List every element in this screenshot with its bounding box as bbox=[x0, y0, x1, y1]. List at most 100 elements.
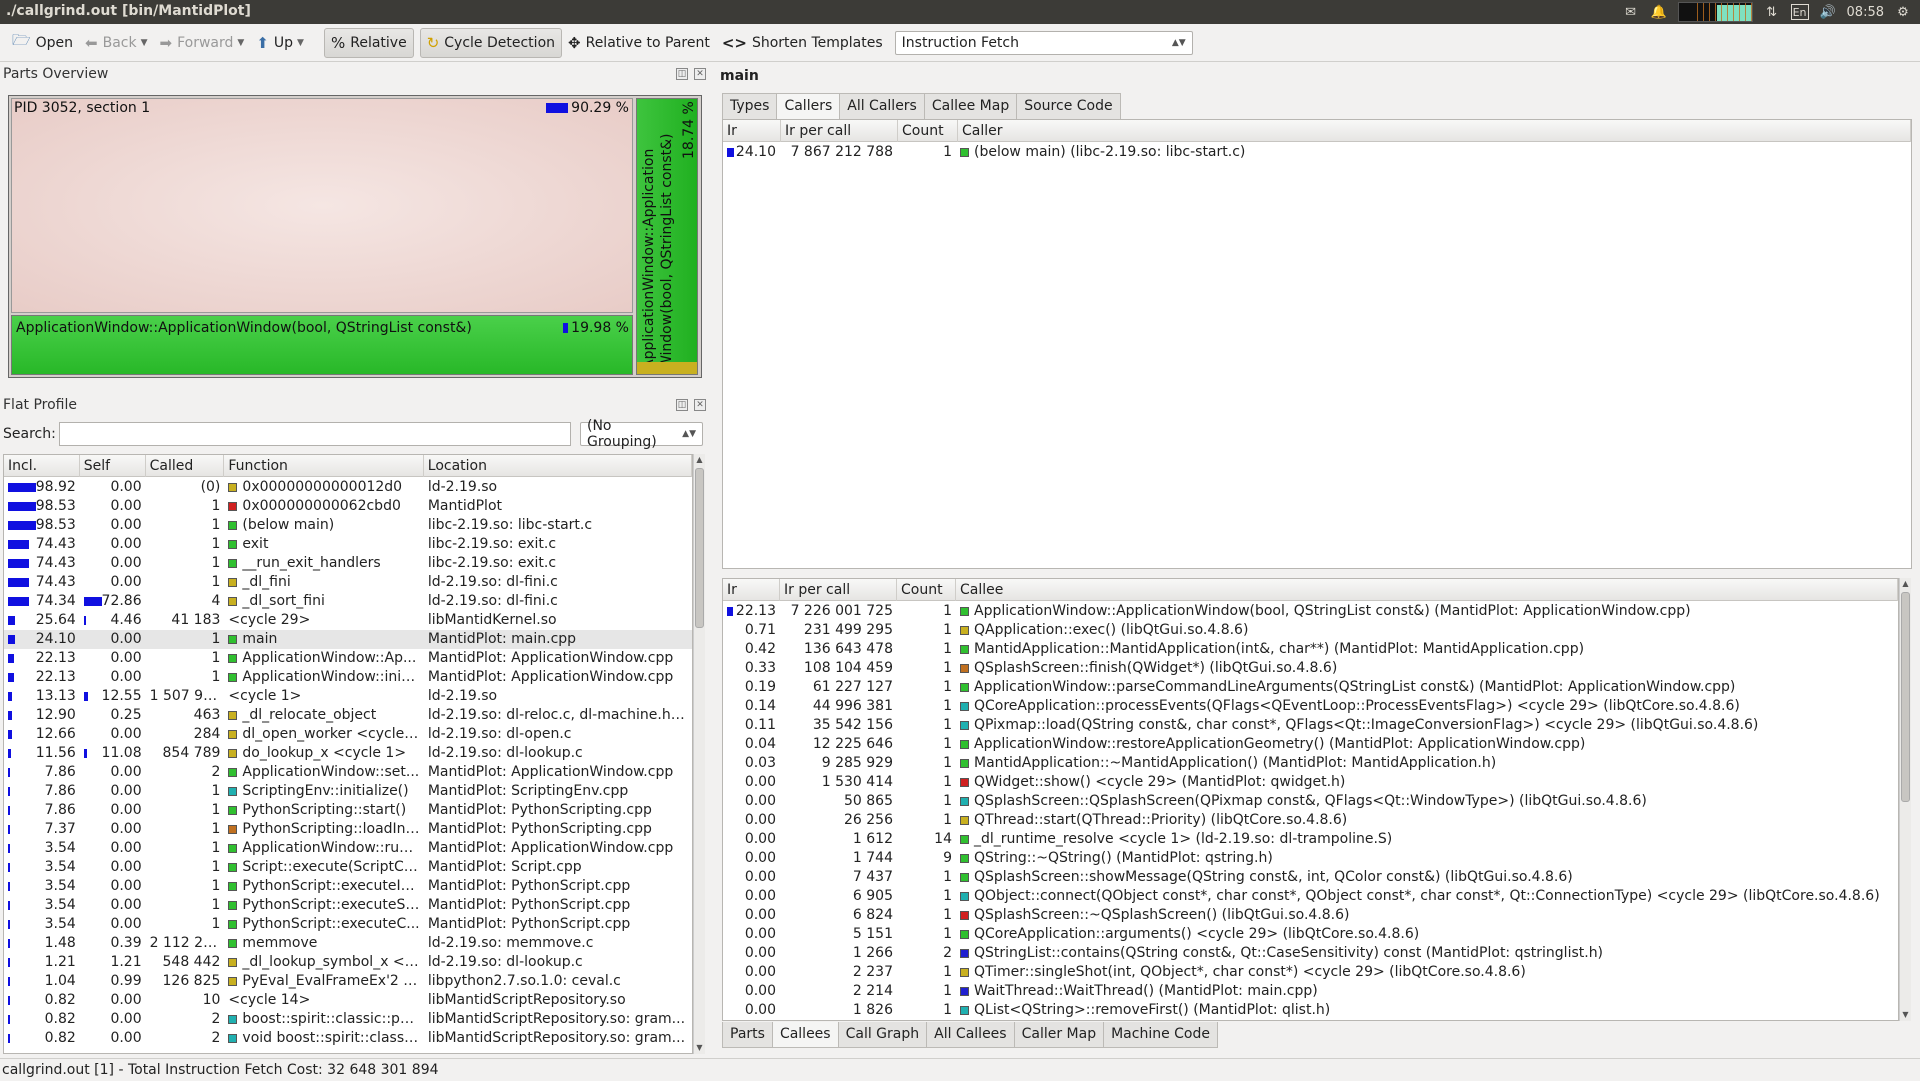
table-row[interactable]: 0.00 1 826 1 QList<QString>::removeFirst() … bbox=[723, 1001, 1898, 1020]
table-row[interactable]: 0.82 0.00 2 boost::spirit::classic::par... l… bbox=[4, 1010, 692, 1029]
table-row[interactable]: 0.00 6 824 1 QSplashScreen::~QSplashScreen(… bbox=[723, 906, 1898, 925]
chevron-down-icon[interactable]: ▼ bbox=[237, 38, 244, 48]
parts-treemap[interactable]: PID 3052, section 1 90.29 % ApplicationW… bbox=[8, 95, 702, 378]
col-count[interactable]: Count bbox=[898, 120, 958, 142]
table-row[interactable]: 24.10 7 867 212 788 1 (below main) (libc-2.… bbox=[723, 143, 1911, 162]
table-row[interactable]: 98.53 0.00 1 (below main) libc-2.19.so: libc… bbox=[4, 516, 692, 535]
treemap-pid-section[interactable]: PID 3052, section 1 90.29 % bbox=[11, 98, 633, 313]
col-called[interactable]: Called bbox=[146, 455, 225, 477]
float-icon[interactable]: ◫ bbox=[676, 68, 688, 80]
table-row[interactable]: 24.10 0.00 1 main MantidPlot: main.cpp bbox=[4, 630, 692, 649]
back-button[interactable]: ⬅ Back ▼ bbox=[79, 28, 154, 58]
up-button[interactable]: ⬆ Up ▼ bbox=[250, 28, 310, 58]
treemap-applicationwindow-block[interactable]: ApplicationWindow::ApplicationWindow(boo… bbox=[11, 315, 633, 375]
col-ir-per-call[interactable]: Ir per call bbox=[781, 120, 898, 142]
relative-toggle[interactable]: % Relative bbox=[323, 27, 414, 58]
col-ir[interactable]: Ir bbox=[723, 579, 780, 601]
scroll-down-icon[interactable]: ▼ bbox=[694, 1042, 705, 1054]
tab-all-callers[interactable]: All Callers bbox=[839, 93, 925, 119]
clock[interactable]: 08:58 bbox=[1847, 5, 1884, 20]
table-row[interactable]: 11.56 11.08 854 789 do_lookup_x <cycle 1> ld… bbox=[4, 744, 692, 763]
table-row[interactable]: 0.82 0.00 2 void boost::spirit::classic... l… bbox=[4, 1029, 692, 1048]
scroll-up-icon[interactable]: ▲ bbox=[694, 454, 705, 466]
table-row[interactable]: 22.13 7 226 001 725 1 ApplicationWindow::Ap… bbox=[723, 602, 1898, 621]
table-row[interactable]: 0.00 2 237 1 QTimer::singleShot(int, QObjec… bbox=[723, 963, 1898, 982]
shorten-templates-toggle[interactable]: <> Shorten Templates bbox=[716, 28, 889, 58]
table-row[interactable]: 12.66 0.00 284 dl_open_worker <cycle ... ld-… bbox=[4, 725, 692, 744]
chevron-down-icon[interactable]: ▼ bbox=[297, 38, 304, 48]
table-row[interactable]: 7.86 0.00 1 ScriptingEnv::initialize() Manti… bbox=[4, 782, 692, 801]
gear-icon[interactable]: ⚙ bbox=[1894, 4, 1912, 20]
table-row[interactable]: 74.43 0.00 1 __run_exit_handlers libc-2.19.s… bbox=[4, 554, 692, 573]
tab-callees[interactable]: Callees bbox=[771, 1022, 839, 1048]
table-row[interactable]: 98.53 0.00 1 0x000000000062cbd0 MantidPlot bbox=[4, 497, 692, 516]
col-ir[interactable]: Ir bbox=[723, 120, 781, 142]
open-button[interactable]: 🗁 Open bbox=[6, 28, 79, 58]
col-incl[interactable]: Incl. bbox=[4, 455, 80, 477]
table-row[interactable]: 3.54 0.00 1 PythonScript::executeC... Mantid… bbox=[4, 915, 692, 934]
system-monitor-graph[interactable] bbox=[1677, 2, 1753, 22]
table-row[interactable]: 0.19 61 227 127 1 ApplicationWindow::parseC… bbox=[723, 678, 1898, 697]
table-row[interactable]: 0.00 50 865 1 QSplashScreen::QSplashScreen(… bbox=[723, 792, 1898, 811]
table-row[interactable]: 0.42 136 643 478 1 MantidApplication::Manti… bbox=[723, 640, 1898, 659]
table-row[interactable]: 22.13 0.00 1 ApplicationWindow::init... Mant… bbox=[4, 668, 692, 687]
table-row[interactable]: 3.54 0.00 1 PythonScript::executeSt... Manti… bbox=[4, 896, 692, 915]
table-row[interactable]: 22.13 0.00 1 ApplicationWindow::Ap... Mantid… bbox=[4, 649, 692, 668]
table-row[interactable]: 0.00 6 905 1 QObject::connect(QObject const… bbox=[723, 887, 1898, 906]
tab-parts[interactable]: Parts bbox=[722, 1022, 773, 1048]
scroll-up-icon[interactable]: ▲ bbox=[1900, 578, 1911, 590]
table-row[interactable]: 0.33 108 104 459 1 QSplashScreen::finish(QW… bbox=[723, 659, 1898, 678]
table-row[interactable]: 74.34 72.86 4 _dl_sort_fini ld-2.19.so: dl-f… bbox=[4, 592, 692, 611]
table-row[interactable]: 3.54 0.00 1 Script::execute(ScriptCo... Mant… bbox=[4, 858, 692, 877]
callees-scrollbar[interactable]: ▲ ▼ bbox=[1899, 578, 1911, 1021]
table-row[interactable]: 0.71 231 499 295 1 QApplication::exec() (li… bbox=[723, 621, 1898, 640]
col-count[interactable]: Count bbox=[897, 579, 956, 601]
table-row[interactable]: 0.00 1 744 9 QString::~QString() (MantidPlo… bbox=[723, 849, 1898, 868]
table-row[interactable]: 0.03 9 285 929 1 MantidApplication::~Mantid… bbox=[723, 754, 1898, 773]
messaging-icon[interactable]: ✉ bbox=[1622, 4, 1640, 20]
event-type-select[interactable]: Instruction Fetch ▲▼ bbox=[894, 30, 1193, 55]
table-row[interactable]: 0.00 7 437 1 QSplashScreen::showMessage(QSt… bbox=[723, 868, 1898, 887]
close-icon[interactable]: ✕ bbox=[694, 399, 706, 411]
treemap-right-block[interactable]: ApplicationWindow::Application Window(bo… bbox=[636, 98, 698, 375]
notification-bell-icon[interactable]: 🔔 bbox=[1650, 4, 1668, 20]
table-row[interactable]: 98.92 0.00 (0) 0x00000000000012d0 ld-2.19.so bbox=[4, 478, 692, 497]
tab-machine-code[interactable]: Machine Code bbox=[1103, 1022, 1218, 1048]
table-row[interactable]: 12.90 0.25 463 _dl_relocate_object ld-2.19.s… bbox=[4, 706, 692, 725]
scroll-down-icon[interactable]: ▼ bbox=[1900, 1009, 1911, 1021]
grouping-select[interactable]: (No Grouping) ▲▼ bbox=[580, 418, 703, 450]
col-ir-per-call[interactable]: Ir per call bbox=[780, 579, 897, 601]
table-row[interactable]: 1.48 0.39 2 112 286 memmove ld-2.19.so: memm… bbox=[4, 934, 692, 953]
col-location[interactable]: Location bbox=[424, 455, 692, 477]
scroll-thumb[interactable] bbox=[1901, 592, 1910, 802]
col-callee[interactable]: Callee bbox=[956, 579, 1898, 601]
forward-button[interactable]: ➡ Forward ▼ bbox=[154, 28, 251, 58]
table-row[interactable]: 25.64 4.46 41 183 <cycle 29> libMantidKernel… bbox=[4, 611, 692, 630]
col-function[interactable]: Function bbox=[224, 455, 424, 477]
tab-caller-map[interactable]: Caller Map bbox=[1013, 1022, 1105, 1048]
col-self[interactable]: Self bbox=[80, 455, 146, 477]
table-row[interactable]: 3.54 0.00 1 ApplicationWindow::run... Mantid… bbox=[4, 839, 692, 858]
table-row[interactable]: 0.00 26 256 1 QThread::start(QThread::Prior… bbox=[723, 811, 1898, 830]
table-row[interactable]: 0.00 1 266 2 QStringList::contains(QString … bbox=[723, 944, 1898, 963]
table-row[interactable]: 0.14 44 996 381 1 QCoreApplication::process… bbox=[723, 697, 1898, 716]
table-row[interactable]: 0.00 1 612 14 _dl_runtime_resolve <cycle 1>… bbox=[723, 830, 1898, 849]
table-row[interactable]: 7.86 0.00 1 PythonScripting::start() MantidP… bbox=[4, 801, 692, 820]
scroll-thumb[interactable] bbox=[695, 468, 704, 628]
table-row[interactable]: 13.13 12.55 1 507 953 <cycle 1> ld-2.19.so bbox=[4, 687, 692, 706]
table-row[interactable]: 3.54 0.00 1 PythonScript::executeIm... Manti… bbox=[4, 877, 692, 896]
chevron-down-icon[interactable]: ▼ bbox=[141, 38, 148, 48]
table-row[interactable]: 1.04 0.99 126 825 PyEval_EvalFrameEx'2 <...… bbox=[4, 972, 692, 991]
cycle-detection-toggle[interactable]: ↻ Cycle Detection bbox=[419, 27, 563, 58]
tab-source-code[interactable]: Source Code bbox=[1016, 93, 1121, 119]
keyboard-layout-indicator[interactable]: En bbox=[1790, 4, 1809, 20]
table-row[interactable]: 74.43 0.00 1 _dl_fini ld-2.19.so: dl-fini.c bbox=[4, 573, 692, 592]
close-icon[interactable]: ✕ bbox=[694, 68, 706, 80]
table-row[interactable]: 0.00 5 151 1 QCoreApplication::arguments() … bbox=[723, 925, 1898, 944]
tab-callers[interactable]: Callers bbox=[776, 93, 841, 119]
network-icon[interactable]: ⇅ bbox=[1763, 4, 1781, 20]
table-row[interactable]: 7.37 0.00 1 PythonScripting::loadIni... Mant… bbox=[4, 820, 692, 839]
table-row[interactable]: 0.04 12 225 646 1 ApplicationWindow::restor… bbox=[723, 735, 1898, 754]
table-row[interactable]: 0.00 1 530 414 1 QWidget::show() <cycle 29>… bbox=[723, 773, 1898, 792]
col-caller[interactable]: Caller bbox=[958, 120, 1911, 142]
